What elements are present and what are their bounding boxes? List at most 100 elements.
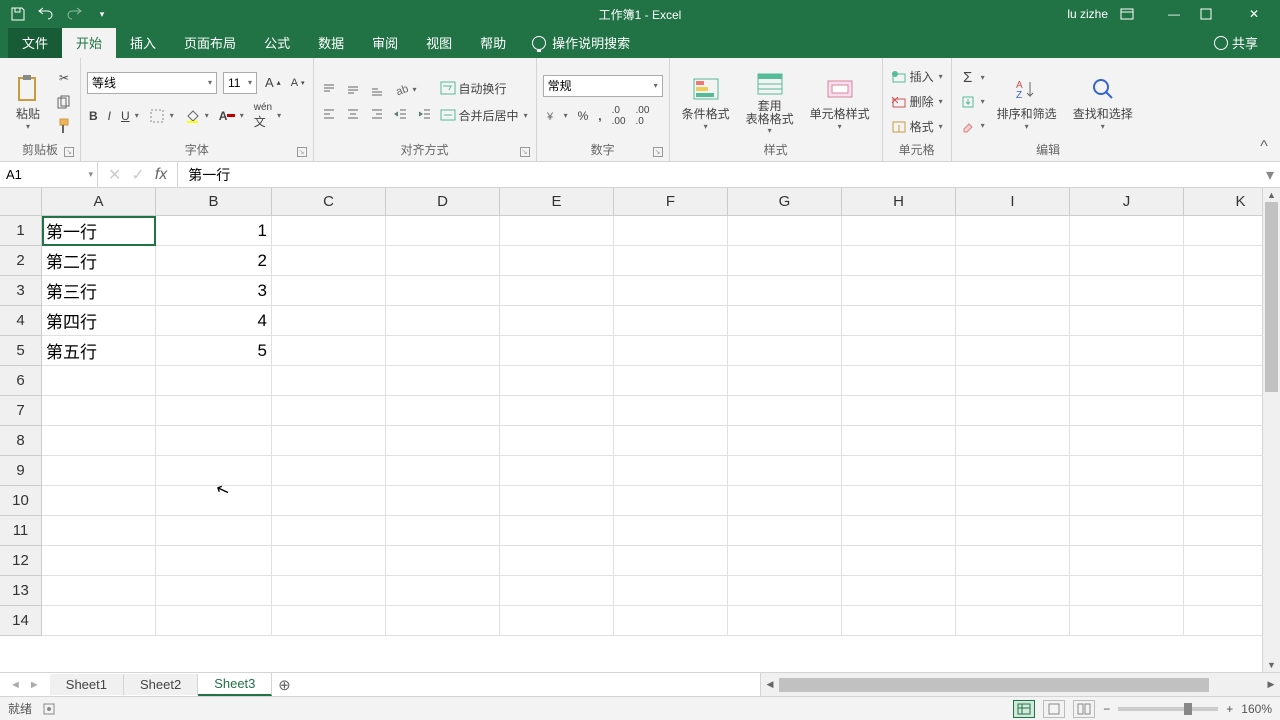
cell[interactable] [500, 366, 614, 396]
cell[interactable] [842, 516, 956, 546]
cell[interactable] [156, 546, 272, 576]
cell[interactable] [500, 276, 614, 306]
save-icon[interactable] [10, 6, 26, 22]
sheet-tab-3[interactable]: Sheet3 [198, 673, 272, 696]
cell-styles-button[interactable]: 单元格样式▾ [804, 71, 876, 133]
cell[interactable] [1070, 546, 1184, 576]
cell[interactable] [614, 606, 728, 636]
cell[interactable] [272, 366, 386, 396]
sheet-nav-last-icon[interactable]: ► [29, 679, 40, 691]
name-box[interactable]: A1▾ [0, 162, 98, 187]
comma-button[interactable]: , [596, 107, 603, 125]
cell[interactable] [156, 516, 272, 546]
column-header[interactable]: D [386, 188, 500, 216]
cell[interactable] [1070, 456, 1184, 486]
share-button[interactable]: 共享 [1200, 27, 1272, 58]
cell[interactable]: 2 [156, 246, 272, 276]
cell[interactable] [842, 426, 956, 456]
cell[interactable] [1070, 246, 1184, 276]
cell[interactable] [42, 606, 156, 636]
cell[interactable] [1070, 516, 1184, 546]
cell[interactable] [386, 606, 500, 636]
cell[interactable] [500, 516, 614, 546]
font-color-button[interactable]: A [217, 106, 246, 126]
cell[interactable] [728, 576, 842, 606]
cut-button[interactable]: ✂ [54, 68, 74, 88]
cell[interactable] [842, 366, 956, 396]
bold-button[interactable]: B [87, 107, 100, 125]
cell[interactable] [386, 426, 500, 456]
cell[interactable] [272, 426, 386, 456]
cell[interactable] [956, 546, 1070, 576]
cell[interactable] [272, 456, 386, 486]
cell[interactable] [156, 486, 272, 516]
cell[interactable] [614, 546, 728, 576]
view-normal-button[interactable] [1013, 700, 1035, 718]
cell[interactable] [842, 486, 956, 516]
cell[interactable] [956, 396, 1070, 426]
redo-icon[interactable] [66, 6, 82, 22]
insert-cells-button[interactable]: 插入 [889, 66, 945, 87]
cell[interactable] [272, 486, 386, 516]
cell[interactable] [500, 306, 614, 336]
cell[interactable] [386, 576, 500, 606]
cell[interactable] [842, 606, 956, 636]
cell[interactable] [42, 576, 156, 606]
cell[interactable] [614, 366, 728, 396]
vertical-scrollbar[interactable]: ▲ ▼ [1262, 188, 1280, 672]
cell[interactable] [614, 426, 728, 456]
cell[interactable]: 5 [156, 336, 272, 366]
align-bottom-button[interactable] [368, 81, 386, 99]
row-header[interactable]: 12 [0, 546, 42, 576]
cell[interactable] [728, 486, 842, 516]
view-pagelayout-button[interactable] [1043, 700, 1065, 718]
cell[interactable] [272, 516, 386, 546]
cell[interactable] [728, 246, 842, 276]
cell[interactable] [956, 246, 1070, 276]
increase-decimal-button[interactable]: .0.00 [610, 103, 628, 129]
cell[interactable] [956, 366, 1070, 396]
orientation-button[interactable]: ab [392, 81, 419, 99]
scroll-left-icon[interactable]: ◀ [761, 679, 779, 690]
cell[interactable] [956, 336, 1070, 366]
cell[interactable] [956, 306, 1070, 336]
cell[interactable] [272, 276, 386, 306]
cell[interactable] [386, 546, 500, 576]
cell[interactable]: 4 [156, 306, 272, 336]
cell[interactable] [500, 456, 614, 486]
formula-bar[interactable]: 第一行 [178, 162, 1260, 187]
cell[interactable] [500, 606, 614, 636]
cell[interactable] [956, 456, 1070, 486]
tab-view[interactable]: 视图 [412, 27, 466, 58]
cell[interactable] [614, 246, 728, 276]
scroll-right-icon[interactable]: ▶ [1262, 679, 1280, 690]
column-header[interactable]: C [272, 188, 386, 216]
cell[interactable] [500, 216, 614, 246]
cell[interactable] [500, 486, 614, 516]
cell[interactable] [1070, 426, 1184, 456]
cell[interactable] [842, 456, 956, 486]
underline-button[interactable]: U [119, 107, 141, 125]
cell[interactable] [1070, 366, 1184, 396]
merge-center-button[interactable]: 合并后居中 [438, 105, 530, 126]
hscroll-thumb[interactable] [779, 678, 1209, 692]
cell[interactable] [42, 456, 156, 486]
cell[interactable] [42, 366, 156, 396]
cell[interactable] [1070, 306, 1184, 336]
cell[interactable] [842, 306, 956, 336]
maximize-icon[interactable] [1200, 8, 1228, 20]
cell[interactable] [1070, 276, 1184, 306]
enter-icon[interactable]: ✓ [131, 165, 144, 185]
format-table-button[interactable]: 套用 表格格式▾ [740, 66, 800, 137]
cell[interactable] [956, 486, 1070, 516]
row-header[interactable]: 2 [0, 246, 42, 276]
format-cells-button[interactable]: 格式 [889, 116, 945, 137]
tab-review[interactable]: 审阅 [358, 27, 412, 58]
cell[interactable] [956, 216, 1070, 246]
tab-home[interactable]: 开始 [62, 27, 116, 58]
cell[interactable] [1070, 576, 1184, 606]
number-format-combo[interactable]: 常规▾ [543, 75, 663, 97]
tell-me-search[interactable]: 操作说明搜索 [532, 27, 630, 58]
column-header[interactable]: I [956, 188, 1070, 216]
row-header[interactable]: 8 [0, 426, 42, 456]
